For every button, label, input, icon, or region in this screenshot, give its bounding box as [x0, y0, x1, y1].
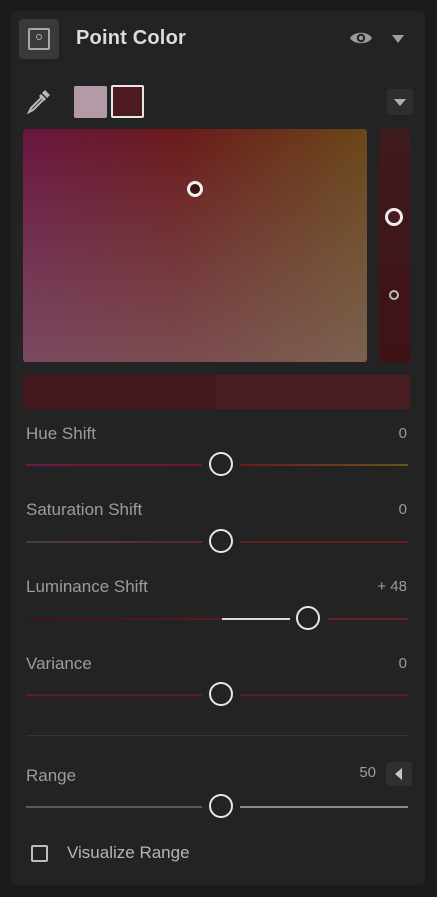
variance-track-left[interactable]: [26, 694, 202, 696]
hue-shift-slider-thumb[interactable]: [209, 452, 233, 476]
luminance-shift-value[interactable]: + 48: [377, 578, 407, 595]
saturation-shift-slider-thumb[interactable]: [209, 529, 233, 553]
saturation-shift-label: Saturation Shift: [26, 500, 143, 519]
luminance-marker: [389, 290, 399, 300]
luminance-shift-slider-thumb[interactable]: [296, 606, 320, 630]
point-color-icon[interactable]: [19, 19, 59, 59]
saturation-shift-value[interactable]: 0: [399, 501, 407, 518]
hue-shift-value[interactable]: 0: [399, 425, 407, 442]
eyedropper-icon[interactable]: [25, 87, 53, 115]
luminance-shift-fill: [222, 618, 290, 620]
color-preview-bar: [23, 375, 410, 409]
range-track-left[interactable]: [26, 806, 202, 808]
selected-color-swatch[interactable]: [111, 85, 144, 118]
saturation-shift-track-left[interactable]: [26, 541, 202, 543]
hue-saturation-picker[interactable]: [23, 129, 367, 362]
swatch-menu-chevron-icon[interactable]: [387, 89, 413, 115]
luminance-handle[interactable]: [385, 208, 403, 226]
range-value[interactable]: 50: [359, 764, 376, 781]
variance-value[interactable]: 0: [399, 655, 407, 672]
range-expand-chevron-icon[interactable]: [386, 762, 412, 786]
hue-shift-track-left[interactable]: [26, 464, 202, 466]
picker-handle[interactable]: [187, 181, 203, 197]
variance-slider-thumb[interactable]: [209, 682, 233, 706]
collapse-chevron-icon[interactable]: [392, 35, 404, 43]
panel-title: Point Color: [76, 27, 186, 49]
range-slider-thumb[interactable]: [209, 794, 233, 818]
variance-track-right[interactable]: [240, 694, 408, 696]
variance-label: Variance: [26, 654, 92, 673]
sampled-color-swatch[interactable]: [74, 86, 107, 118]
visualize-range-label[interactable]: Visualize Range: [67, 843, 190, 863]
luminance-shift-track-right[interactable]: [328, 618, 408, 620]
saturation-shift-track-right[interactable]: [240, 541, 408, 543]
range-track-right[interactable]: [240, 806, 408, 808]
luminance-shift-label: Luminance Shift: [26, 577, 148, 596]
hue-shift-track-right[interactable]: [240, 464, 408, 466]
range-label: Range: [26, 766, 77, 785]
dot-shape: [36, 34, 42, 40]
luminance-shift-track-left[interactable]: [26, 618, 222, 620]
hue-shift-label: Hue Shift: [26, 424, 96, 443]
divider: [26, 735, 408, 736]
visualize-range-checkbox[interactable]: [31, 845, 48, 862]
luminance-strip[interactable]: [379, 129, 410, 362]
eye-icon[interactable]: [349, 29, 373, 47]
